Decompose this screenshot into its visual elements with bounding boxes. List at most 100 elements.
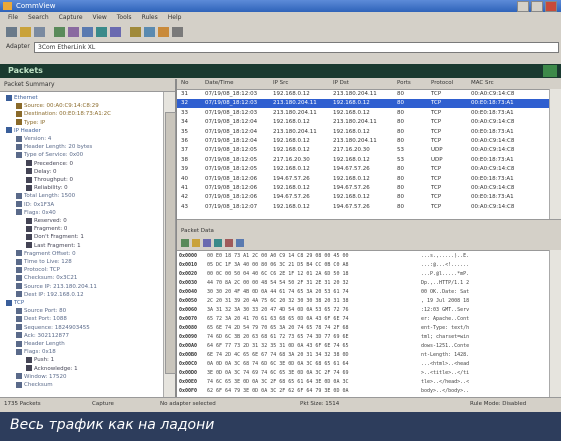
dump-scrollbar[interactable]	[549, 250, 561, 397]
stop-icon[interactable]	[68, 27, 79, 37]
table-row[interactable]: 31 07/19/08_18:12:03 192.168.0.12 213.180.2…	[177, 90, 549, 99]
tree-node[interactable]: Don't Fragment: 1	[26, 233, 84, 241]
table-row[interactable]: 33 07/19/08_18:12:03 213.180.204.11 192.168…	[177, 109, 549, 118]
table-row[interactable]: 32 07/19/08_18:12:03 213.180.204.11 192.168…	[177, 99, 549, 109]
table-row[interactable]: 37 07/19/08_18:12:05 192.168.0.12 217.16.20…	[177, 146, 549, 155]
tree-node[interactable]: Source IP: 213.180.204.11	[16, 283, 97, 291]
new-icon[interactable]	[6, 27, 17, 37]
tree-node[interactable]: Sequence: 1824903455	[16, 324, 90, 332]
address-input[interactable]: 3Com EtherLink XL	[34, 42, 559, 53]
nodes-icon[interactable]	[144, 27, 155, 37]
tree-node[interactable]: Version: 4	[16, 135, 51, 143]
status-size: Pkt Size: 1514	[300, 401, 340, 407]
table-row[interactable]: 43 07/19/08_18:12:07 192.168.0.12 194.67.57…	[177, 203, 549, 212]
stats-icon[interactable]	[130, 27, 141, 37]
table-cell: 192.168.0.12	[333, 109, 370, 116]
tree-node[interactable]: Dest Port: 1088	[16, 315, 67, 323]
column-header[interactable]: Protocol	[431, 80, 453, 86]
close-button[interactable]	[545, 1, 557, 12]
settings-icon[interactable]	[172, 27, 183, 37]
open-icon[interactable]	[20, 27, 31, 37]
menu-item[interactable]: Help	[168, 12, 182, 24]
tree-node[interactable]: IP Header	[6, 127, 41, 135]
tree-scrollbar[interactable]	[163, 92, 176, 397]
table-cell: TCP	[431, 194, 442, 201]
tree-node[interactable]: Protocol: TCP	[16, 266, 60, 274]
tree-node[interactable]: Source Port: 80	[16, 307, 66, 315]
tree-node[interactable]: Acknowledge: 1	[26, 365, 78, 373]
dump-tool-icon[interactable]	[192, 239, 200, 247]
rules-icon[interactable]	[110, 27, 121, 37]
menu-item[interactable]: File	[8, 12, 18, 24]
tree-node[interactable]: Total Length: 1500	[16, 192, 75, 200]
tree-node[interactable]: Destination: 00:E0:18:73:A1:2C	[16, 110, 111, 118]
tree-node[interactable]: Source: 00:A0:C9:14:C8:29	[16, 102, 99, 110]
dump-tool-icon[interactable]	[203, 239, 211, 247]
column-header[interactable]: Ports	[397, 80, 411, 86]
tree-node-label: Reliability: 0	[34, 185, 68, 192]
column-header[interactable]: Date/Time	[205, 80, 233, 86]
column-header[interactable]: MAC Src	[471, 80, 494, 86]
alarm-icon[interactable]	[158, 27, 169, 37]
menu-item[interactable]: Rules	[142, 12, 158, 24]
tree-node[interactable]: TCP	[6, 299, 24, 307]
dump-tool-icon[interactable]	[214, 239, 222, 247]
column-header[interactable]: IP Dst	[333, 80, 349, 86]
table-row[interactable]: 41 07/19/08_18:12:06 192.168.0.12 194.67.57…	[177, 184, 549, 193]
dump-toolbar	[177, 236, 561, 251]
column-header[interactable]: IP Src	[273, 80, 288, 86]
tree-node-icon	[16, 315, 22, 322]
tree-node[interactable]: Checksum	[16, 381, 53, 389]
tree-node[interactable]: Type of Service: 0x00	[16, 151, 83, 159]
tree-node[interactable]: Throughput: 0	[26, 176, 73, 184]
column-header[interactable]: No	[181, 80, 188, 86]
hex-row: 0x0080 65 6E 74 2D 54 79 70 65 3A 20 74 6…	[177, 324, 549, 333]
tree-node[interactable]: Precedence: 0	[26, 160, 73, 168]
table-row[interactable]: 40 07/19/08_18:12:06 194.67.57.26 192.168.0…	[177, 175, 549, 184]
table-row[interactable]: 39 07/19/08_18:12:05 192.168.0.12 194.67.57…	[177, 165, 549, 174]
table-cell: 07/19/08_18:12:03	[205, 91, 258, 97]
find-icon[interactable]	[96, 27, 107, 37]
tree-node[interactable]: Header Length: 20 bytes	[16, 143, 92, 151]
scroll-thumb[interactable]	[165, 112, 176, 374]
tree-node[interactable]: Ethernet	[6, 94, 38, 102]
table-row[interactable]: 38 07/19/08_18:12:05 217.16.20.30 192.168.0…	[177, 156, 549, 165]
tree-node[interactable]: Dest IP: 192.168.0.12	[16, 291, 84, 299]
dump-tool-icon[interactable]	[236, 239, 244, 247]
tree-node[interactable]: Push: 1	[26, 356, 54, 364]
table-row[interactable]: 42 07/19/08_18:12:06 194.67.57.26 192.168.0…	[177, 193, 549, 202]
tree-node[interactable]: Last Fragment: 1	[26, 242, 81, 250]
tree-node[interactable]: ID: 0x1F3A	[16, 201, 54, 209]
tree-node[interactable]: Type: IP	[16, 119, 45, 127]
menu-item[interactable]: Tools	[117, 12, 132, 24]
tree-node[interactable]: Header Length	[16, 340, 65, 348]
tree-node[interactable]: Ack: 302112877	[16, 332, 69, 340]
table-cell: 00:E0:18:73:A1	[471, 194, 514, 201]
table-row[interactable]: 35 07/19/08_18:12:04 213.180.204.11 192.168…	[177, 128, 549, 137]
tree-node[interactable]: Delay: 0	[26, 168, 56, 176]
hex-ascii: nt-Length: 1428.	[421, 352, 470, 358]
tree-node[interactable]: Fragment: 0	[26, 225, 67, 233]
filter-icon[interactable]	[82, 27, 93, 37]
tree-node[interactable]: Window: 17520	[16, 373, 66, 381]
maximize-button[interactable]	[531, 1, 543, 12]
minimize-button[interactable]	[517, 1, 529, 12]
menu-item[interactable]: View	[93, 12, 107, 24]
start-icon[interactable]	[54, 27, 65, 37]
menu-item[interactable]: Search	[28, 12, 49, 24]
tree-node[interactable]: Flags: 0x40	[16, 209, 56, 217]
save-icon[interactable]	[34, 27, 45, 37]
list-scrollbar[interactable]	[549, 89, 561, 219]
tree-node[interactable]: Checksum: 0x3C21	[16, 274, 77, 282]
dump-tool-icon[interactable]	[181, 239, 189, 247]
table-cell: 192.168.0.12	[273, 203, 310, 210]
table-row[interactable]: 36 07/19/08_18:12:04 192.168.0.12 213.180.2…	[177, 137, 549, 146]
dump-tool-icon[interactable]	[225, 239, 233, 247]
table-row[interactable]: 34 07/19/08_18:12:04 192.168.0.12 213.180.2…	[177, 118, 549, 127]
menu-item[interactable]: Capture	[59, 12, 83, 24]
tree-node[interactable]: Flags: 0x18	[16, 348, 56, 356]
tree-node[interactable]: Reliability: 0	[26, 184, 68, 192]
tree-node[interactable]: Time to Live: 128	[16, 258, 72, 266]
tree-node[interactable]: Fragment Offset: 0	[16, 250, 76, 258]
tree-node[interactable]: Reserved: 0	[26, 217, 67, 225]
